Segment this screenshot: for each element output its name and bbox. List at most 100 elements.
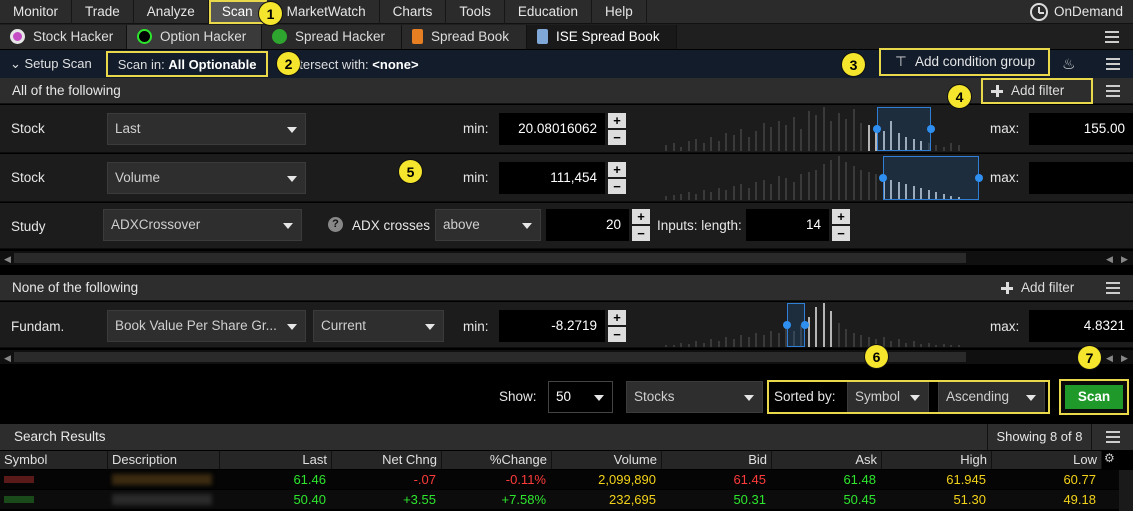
ondemand-button[interactable]: OnDemand: [1029, 0, 1123, 24]
filter-field-dropdown[interactable]: Last: [107, 113, 306, 145]
table-row[interactable]: 50.40 +3.55 +7.58% 232,695 50.31 50.45 5…: [0, 490, 1133, 509]
tab-ise-spread-book[interactable]: ISE Spread Book: [527, 24, 677, 49]
column-header-ask[interactable]: Ask: [772, 451, 882, 469]
length-input[interactable]: 14: [746, 209, 829, 241]
show-count-dropdown[interactable]: 50: [548, 381, 613, 413]
menu-monitor[interactable]: Monitor: [0, 0, 73, 24]
max-input[interactable]: 4.8321: [1029, 310, 1133, 342]
column-header-volume[interactable]: Volume: [552, 451, 662, 469]
setup-scan-toggle[interactable]: ⌄ Setup Scan: [0, 50, 102, 78]
scroll-right-icon[interactable]: ▶: [1121, 254, 1128, 265]
add-filter-button[interactable]: Add filter: [993, 277, 1093, 303]
length-stepper[interactable]: + −: [832, 209, 850, 241]
fundamental-field-dropdown[interactable]: Book Value Per Share Gr...: [107, 310, 306, 342]
min-stepper[interactable]: + −: [608, 113, 626, 145]
histogram-bar: [695, 139, 697, 151]
show-label: Show:: [499, 389, 537, 404]
menu-tools[interactable]: Tools: [446, 0, 505, 24]
scroll-left-icon[interactable]: ◀: [1106, 254, 1113, 265]
scrollbar-thumb[interactable]: [14, 253, 966, 263]
histogram-bar: [702, 143, 705, 151]
histogram-bar: [950, 143, 952, 151]
threshold-input[interactable]: 20: [546, 209, 629, 241]
threshold-stepper[interactable]: + −: [632, 209, 650, 241]
column-settings-gear-icon[interactable]: ⚙: [1104, 451, 1115, 465]
scan-button[interactable]: Scan: [1065, 385, 1123, 409]
horizontal-scrollbar[interactable]: ◀ ◀ ▶: [0, 350, 1133, 364]
histogram-bar: [687, 141, 690, 151]
scroll-left-icon[interactable]: ◀: [4, 353, 11, 364]
column-header-symbol[interactable]: Symbol: [0, 451, 108, 469]
scrollbar-thumb[interactable]: [14, 352, 966, 362]
min-input[interactable]: 111,454: [499, 162, 605, 194]
results-menu-icon[interactable]: [1106, 431, 1120, 443]
menu-marketwatch[interactable]: MarketWatch: [267, 0, 380, 24]
tab-spread-hacker[interactable]: Spread Hacker: [262, 24, 402, 49]
column-header-high[interactable]: High: [882, 451, 992, 469]
max-input[interactable]: 155.00: [1029, 113, 1133, 145]
range-selection-window[interactable]: [877, 107, 931, 151]
book-value-histogram[interactable]: [665, 303, 965, 347]
filter-field-dropdown[interactable]: Volume: [107, 162, 306, 194]
range-handle[interactable]: [975, 174, 983, 182]
scan-in-dropdown[interactable]: Scan in: All Optionable: [105, 51, 269, 77]
menu-help[interactable]: Help: [592, 0, 647, 24]
menu-charts[interactable]: Charts: [380, 0, 447, 24]
table-row[interactable]: 61.46 -.07 -0.11% 2,099,890 61.45 61.48 …: [0, 470, 1133, 489]
cell-percent-change: +7.58%: [501, 492, 546, 507]
tabbar-menu-icon[interactable]: [1105, 31, 1119, 43]
setup-menu-icon[interactable]: [1106, 58, 1120, 70]
range-handle[interactable]: [879, 174, 887, 182]
menu-trade[interactable]: Trade: [72, 0, 134, 24]
histogram-bar: [822, 164, 825, 200]
flame-icon[interactable]: ♨: [1062, 55, 1075, 73]
tab-spread-book[interactable]: Spread Book: [402, 24, 527, 49]
tab-option-hacker[interactable]: Option Hacker: [127, 24, 262, 49]
scroll-left-icon[interactable]: ◀: [4, 254, 11, 265]
range-handle[interactable]: [801, 321, 809, 329]
range-handle[interactable]: [927, 125, 935, 133]
tab-stock-hacker[interactable]: Stock Hacker: [0, 24, 127, 49]
min-input[interactable]: -8.2719: [499, 310, 605, 342]
add-filter-button[interactable]: Add filter: [981, 78, 1093, 104]
scroll-right-icon[interactable]: ▶: [1121, 353, 1128, 364]
histogram-bar: [702, 190, 705, 200]
histogram-bar: [800, 129, 802, 151]
period-dropdown[interactable]: Current: [313, 310, 444, 342]
max-input[interactable]: [1029, 162, 1133, 194]
min-input[interactable]: 20.08016062: [499, 113, 605, 145]
column-header-net-change[interactable]: Net Chng: [332, 451, 442, 469]
histogram-bar: [875, 174, 877, 200]
min-stepper[interactable]: + −: [608, 162, 626, 194]
histogram-bar: [815, 115, 817, 151]
column-header-last[interactable]: Last: [220, 451, 332, 469]
result-type-dropdown[interactable]: Stocks: [626, 381, 763, 413]
study-dropdown[interactable]: ADXCrossover: [103, 209, 302, 241]
column-header-low[interactable]: Low: [992, 451, 1102, 469]
last-price-histogram[interactable]: [665, 107, 965, 151]
section-menu-icon[interactable]: [1106, 85, 1120, 97]
clock-icon: [1029, 3, 1048, 21]
crosses-direction-dropdown[interactable]: above: [435, 209, 541, 241]
histogram-bar: [762, 180, 765, 200]
menu-education[interactable]: Education: [505, 0, 592, 24]
column-header-bid[interactable]: Bid: [662, 451, 772, 469]
histogram-bar: [672, 143, 675, 151]
histogram-bar: [777, 333, 780, 347]
volume-histogram[interactable]: [665, 156, 983, 200]
scroll-left-icon[interactable]: ◀: [1106, 353, 1113, 364]
help-icon[interactable]: ?: [328, 217, 343, 232]
add-condition-group-button[interactable]: ⊤ Add condition group: [879, 48, 1050, 76]
cell-last: 61.46: [293, 472, 326, 487]
range-handle[interactable]: [873, 125, 881, 133]
horizontal-scrollbar[interactable]: ◀ ◀ ▶: [0, 251, 1133, 265]
column-header-percent-change[interactable]: %Change: [442, 451, 552, 469]
range-selection-window[interactable]: [883, 156, 979, 200]
histogram-bar: [665, 196, 667, 200]
range-handle[interactable]: [783, 321, 791, 329]
menu-analyze[interactable]: Analyze: [134, 0, 209, 24]
section-menu-icon[interactable]: [1106, 282, 1120, 294]
min-stepper[interactable]: + −: [608, 310, 626, 342]
vertical-scrollbar[interactable]: [1119, 470, 1133, 511]
column-header-description[interactable]: Description: [108, 451, 220, 469]
